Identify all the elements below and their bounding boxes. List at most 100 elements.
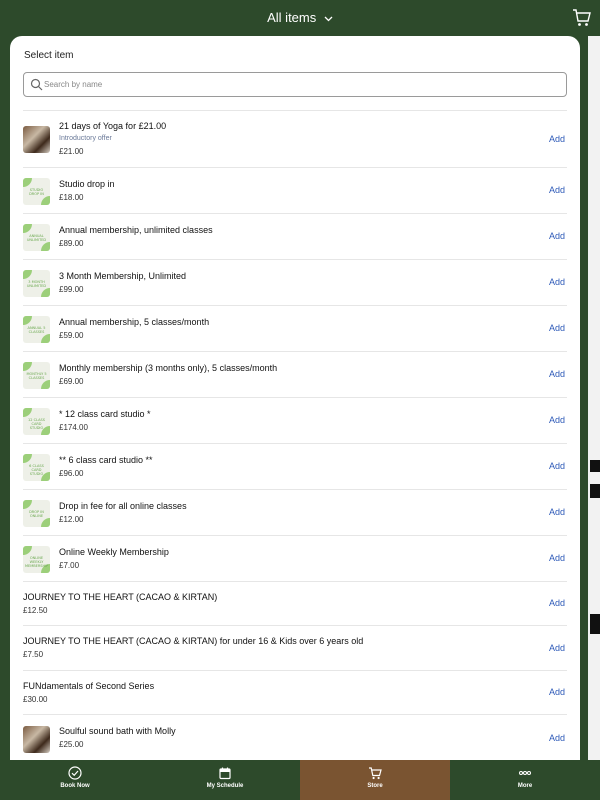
item-name: 3 Month Membership, Unlimited: [59, 271, 187, 281]
check-circle-icon: [68, 766, 82, 780]
item-name: FUNdamentals of Second Series: [23, 681, 155, 691]
add-button[interactable]: Add: [549, 553, 565, 563]
item-thumbnail: ONLINE WEEKLY MEMBERSHIP: [23, 546, 50, 573]
list-item[interactable]: ANNUAL UNLIMITED Annual membership, unlim…: [23, 213, 567, 259]
item-name: JOURNEY TO THE HEART (CACAO & KIRTAN) fo…: [23, 636, 364, 646]
list-item[interactable]: JOURNEY TO THE HEART (CACAO & KIRTAN) fo…: [23, 625, 567, 670]
item-thumbnail: ANNUAL UNLIMITED: [23, 224, 50, 251]
list-item[interactable]: 12 CLASS CARD STUDIO * 12 class card stud…: [23, 397, 567, 443]
sheet-title: Select item: [24, 50, 74, 61]
list-item[interactable]: 21 days of Yoga for £21.00 Introductory o…: [23, 110, 567, 167]
thumbnail-label: 6 CLASS CARD STUDIO: [29, 464, 44, 476]
tab-label: Store: [367, 783, 383, 789]
list-item[interactable]: FUNdamentals of Second Series £30.00 Add: [23, 670, 567, 714]
add-button[interactable]: Add: [549, 323, 565, 333]
item-name: Annual membership, unlimited classes: [59, 225, 213, 235]
thumbnail-label: MONTHLY 5 CLASSES: [26, 372, 47, 380]
item-thumbnail: 6 CLASS CARD STUDIO: [23, 454, 50, 481]
item-price: £96.00: [59, 469, 84, 478]
item-list: 21 days of Yoga for £21.00 Introductory o…: [23, 110, 567, 760]
item-thumbnail: [23, 126, 50, 153]
thumbnail-label: ANNUAL 5 CLASSES: [27, 326, 46, 334]
item-price: £12.00: [59, 515, 84, 524]
tab-label: My Schedule: [206, 783, 244, 789]
tab-label: More: [517, 783, 533, 789]
add-button[interactable]: Add: [549, 134, 565, 144]
list-item[interactable]: DROP IN ONLINE Drop in fee for all online…: [23, 489, 567, 535]
list-item[interactable]: ONLINE WEEKLY MEMBERSHIP Online Weekly Me…: [23, 535, 567, 581]
chevron-down-icon: [324, 16, 333, 21]
background-page-strip: [588, 36, 600, 760]
add-button[interactable]: Add: [549, 643, 565, 653]
item-thumbnail: ANNUAL 5 CLASSES: [23, 316, 50, 343]
tab-book-now[interactable]: Book Now: [0, 760, 150, 800]
item-price: £174.00: [59, 423, 88, 432]
add-button[interactable]: Add: [549, 733, 565, 743]
search-placeholder: Search by name: [44, 80, 103, 89]
thumbnail-label: ONLINE WEEKLY MEMBERSHIP: [25, 556, 49, 568]
tab-my-schedule[interactable]: My Schedule: [150, 760, 300, 800]
item-name: 21 days of Yoga for £21.00: [59, 121, 167, 131]
list-item[interactable]: 3 MONTH UNLIMITED 3 Month Membership, Unl…: [23, 259, 567, 305]
item-name: ** 6 class card studio **: [59, 455, 153, 465]
item-name: Drop in fee for all online classes: [59, 501, 187, 511]
item-name: Studio drop in: [59, 179, 115, 189]
list-item[interactable]: MONTHLY 5 CLASSES Monthly membership (3 m…: [23, 351, 567, 397]
background-mark: [590, 614, 600, 634]
item-name: * 12 class card studio *: [59, 409, 151, 419]
item-thumbnail: DROP IN ONLINE: [23, 500, 50, 527]
more-dots-icon: [519, 771, 531, 775]
item-thumbnail: 12 CLASS CARD STUDIO: [23, 408, 50, 435]
item-price: £99.00: [59, 285, 84, 294]
add-button[interactable]: Add: [549, 277, 565, 287]
list-item[interactable]: ANNUAL 5 CLASSES Annual membership, 5 cla…: [23, 305, 567, 351]
list-item[interactable]: STUDIO DROP IN Studio drop in £18.00 Add: [23, 167, 567, 213]
list-item[interactable]: 6 CLASS CARD STUDIO ** 6 class card studi…: [23, 443, 567, 489]
category-dropdown[interactable]: All items: [0, 10, 600, 25]
add-button[interactable]: Add: [549, 461, 565, 471]
item-price: £89.00: [59, 239, 84, 248]
item-name: Annual membership, 5 classes/month: [59, 317, 210, 327]
thumbnail-label: STUDIO DROP IN: [29, 188, 44, 196]
item-subtitle: Introductory offer: [59, 135, 112, 142]
item-thumbnail: MONTHLY 5 CLASSES: [23, 362, 50, 389]
top-bar: All items: [0, 0, 600, 36]
add-button[interactable]: Add: [549, 507, 565, 517]
search-icon: [30, 78, 43, 91]
bottom-navigation: Book Now My Schedule Store More: [0, 760, 600, 800]
cart-icon: [369, 767, 382, 780]
thumbnail-label: DROP IN ONLINE: [29, 510, 44, 518]
cart-icon[interactable]: [572, 8, 592, 28]
tab-label: Book Now: [60, 783, 90, 789]
item-thumbnail: STUDIO DROP IN: [23, 178, 50, 205]
page-title: All items: [267, 10, 317, 25]
item-price: £25.00: [59, 740, 84, 749]
list-item[interactable]: JOURNEY TO THE HEART (CACAO & KIRTAN) £12…: [23, 581, 567, 625]
background-mark: [590, 460, 600, 472]
item-price: £18.00: [59, 193, 84, 202]
item-price: £30.00: [23, 695, 48, 704]
add-button[interactable]: Add: [549, 598, 565, 608]
add-button[interactable]: Add: [549, 687, 565, 697]
item-thumbnail: 3 MONTH UNLIMITED: [23, 270, 50, 297]
add-button[interactable]: Add: [549, 231, 565, 241]
item-price: £21.00: [59, 147, 84, 156]
add-button[interactable]: Add: [549, 185, 565, 195]
tab-store[interactable]: Store: [300, 760, 450, 800]
item-picker-sheet: Select item Search by name 21 days of Yo…: [10, 36, 580, 760]
list-item[interactable]: Soulful sound bath with Molly £25.00 Add: [23, 714, 567, 760]
item-price: £7.00: [59, 561, 80, 570]
item-price: £12.50: [23, 606, 48, 615]
item-thumbnail: [23, 726, 50, 753]
search-input[interactable]: Search by name: [23, 72, 567, 97]
item-name: Monthly membership (3 months only), 5 cl…: [59, 363, 278, 373]
item-price: £7.50: [23, 650, 44, 659]
thumbnail-label: ANNUAL UNLIMITED: [26, 234, 47, 242]
add-button[interactable]: Add: [549, 415, 565, 425]
item-name: Soulful sound bath with Molly: [59, 726, 176, 736]
background-mark: [590, 484, 600, 498]
add-button[interactable]: Add: [549, 369, 565, 379]
item-name: JOURNEY TO THE HEART (CACAO & KIRTAN): [23, 592, 218, 602]
thumbnail-label: 12 CLASS CARD STUDIO: [28, 418, 45, 430]
tab-more[interactable]: More: [450, 760, 600, 800]
